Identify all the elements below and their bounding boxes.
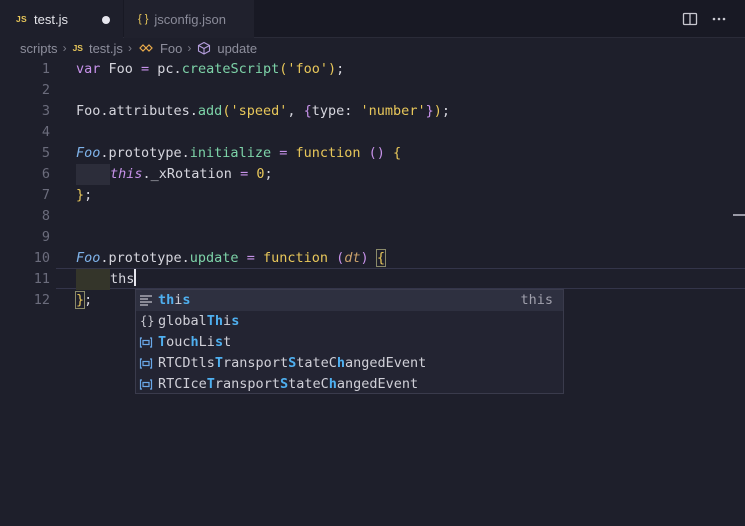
suggestion-label: RTCIceTransportStateChangedEvent bbox=[158, 376, 419, 392]
suggestion-item[interactable]: RTCDtlsTransportStateChangedEvent bbox=[136, 353, 563, 374]
tab-label: jsconfig.json bbox=[154, 11, 226, 27]
tab-bar: JS test.js { } jsconfig.json bbox=[0, 0, 745, 38]
json-file-icon: { } bbox=[138, 13, 149, 25]
tab-jsconfig-json[interactable]: { } jsconfig.json bbox=[124, 0, 254, 38]
scrollbar-marker[interactable] bbox=[733, 214, 745, 216]
more-actions-icon[interactable] bbox=[711, 11, 727, 27]
tab-label: test.js bbox=[34, 11, 68, 27]
chevron-right-icon: › bbox=[187, 41, 192, 55]
code-line-current[interactable]: ths bbox=[76, 269, 136, 290]
code-line: Foo.prototype.initialize = function () { bbox=[76, 145, 402, 161]
variable-icon bbox=[139, 379, 153, 390]
breadcrumb-method[interactable]: update bbox=[217, 41, 257, 56]
indent-guide bbox=[76, 164, 110, 185]
line-number: 10 bbox=[33, 250, 50, 266]
indent-guide bbox=[76, 269, 110, 290]
suggestion-label: TouchList bbox=[158, 334, 232, 350]
text-cursor bbox=[134, 269, 136, 286]
current-line-highlight bbox=[56, 268, 745, 289]
line-number: 12 bbox=[33, 292, 50, 308]
breadcrumb-class[interactable]: Foo bbox=[160, 41, 182, 56]
code-line: }; bbox=[74, 291, 93, 309]
suggestion-label: this bbox=[158, 292, 191, 308]
js-file-icon: JS bbox=[72, 43, 83, 53]
autocomplete-popup: this this {} globalThis TouchList RTCDtl… bbox=[135, 289, 564, 394]
matching-bracket: { bbox=[375, 249, 386, 267]
suggestion-item[interactable]: this this bbox=[136, 290, 563, 311]
typed-text: ths bbox=[110, 271, 135, 287]
code-line: Foo.prototype.update = function (dt) { bbox=[76, 249, 386, 267]
suggestion-item[interactable]: RTCIceTransportStateChangedEvent bbox=[136, 374, 563, 395]
keyword-icon bbox=[140, 295, 152, 306]
suggestion-detail: this bbox=[520, 292, 553, 308]
line-number: 7 bbox=[41, 187, 50, 203]
code-line: }; bbox=[76, 187, 93, 203]
line-number: 9 bbox=[41, 229, 50, 245]
line-number: 8 bbox=[41, 208, 50, 224]
line-number: 3 bbox=[41, 103, 50, 119]
suggestion-item[interactable]: TouchList bbox=[136, 332, 563, 353]
code-line: Foo.attributes.add('speed', {type: 'numb… bbox=[76, 103, 450, 119]
suggestion-label: globalThis bbox=[158, 313, 240, 329]
chevron-right-icon: › bbox=[127, 41, 132, 55]
code-line: var Foo = pc.createScript('foo'); bbox=[76, 61, 345, 77]
suggestion-item[interactable]: {} globalThis bbox=[136, 311, 563, 332]
code-line: this._xRotation = 0; bbox=[76, 164, 273, 185]
breadcrumb-file[interactable]: test.js bbox=[89, 41, 123, 56]
suggestion-label: RTCDtlsTransportStateChangedEvent bbox=[158, 355, 427, 371]
breadcrumb: scripts › JS test.js › Foo › update bbox=[0, 38, 745, 58]
line-number: 2 bbox=[41, 82, 50, 98]
method-icon bbox=[197, 41, 211, 55]
class-icon bbox=[138, 42, 154, 55]
variable-icon bbox=[139, 337, 153, 348]
namespace-icon: {} bbox=[140, 314, 155, 328]
line-number: 11 bbox=[33, 271, 50, 287]
line-number: 4 bbox=[41, 124, 50, 140]
breadcrumb-folder[interactable]: scripts bbox=[20, 41, 58, 56]
line-number: 1 bbox=[41, 61, 50, 77]
js-file-icon: JS bbox=[16, 14, 27, 24]
tab-test-js[interactable]: JS test.js bbox=[0, 0, 123, 38]
split-editor-icon[interactable] bbox=[682, 11, 698, 27]
unsaved-dot-icon[interactable] bbox=[102, 16, 110, 24]
line-number: 6 bbox=[41, 166, 50, 182]
chevron-right-icon: › bbox=[62, 41, 67, 55]
line-number: 5 bbox=[41, 145, 50, 161]
variable-icon bbox=[139, 358, 153, 369]
matching-bracket: } bbox=[74, 291, 86, 309]
